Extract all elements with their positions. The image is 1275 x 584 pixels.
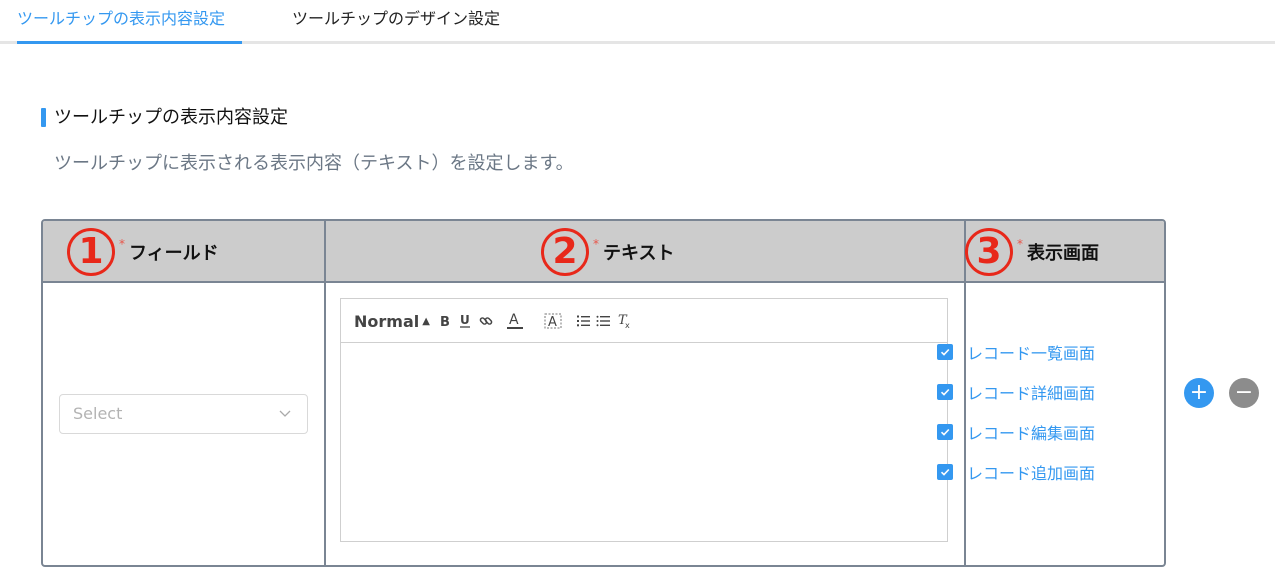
checkbox-record-edit[interactable]: レコード編集画面: [937, 420, 1095, 444]
bullet-list-icon[interactable]: [595, 311, 611, 331]
format-select-label: Normal: [354, 311, 420, 331]
checkbox-checked-icon[interactable]: [937, 464, 953, 480]
link-icon[interactable]: [478, 311, 494, 331]
header-field: 1 * フィールド: [67, 221, 219, 283]
column-divider: [324, 221, 326, 565]
header-text: 2 * テキスト: [541, 221, 674, 283]
checkbox-record-detail[interactable]: レコード詳細画面: [937, 380, 1095, 404]
annotation-number-1: 1: [67, 228, 115, 276]
field-select[interactable]: Select: [59, 394, 308, 434]
editor-toolbar: Normal ▲︎ B U A A T x: [341, 299, 947, 343]
active-tab-indicator: [17, 41, 242, 44]
checkbox-record-list[interactable]: レコード一覧画面: [937, 340, 1095, 364]
header-text-label: テキスト: [603, 243, 675, 264]
header-screens: 3 * 表示画面: [965, 221, 1099, 283]
checkbox-label[interactable]: レコード一覧画面: [967, 340, 1095, 364]
editor-text-area[interactable]: [341, 343, 947, 541]
field-select-placeholder: Select: [73, 404, 123, 423]
section-description: ツールチップに表示される表示内容（テキスト）を設定します。: [54, 153, 574, 174]
ordered-list-icon[interactable]: [575, 311, 591, 331]
checkbox-label[interactable]: レコード詳細画面: [967, 380, 1095, 404]
section-accent-bar: [41, 108, 46, 127]
plus-icon: +: [1189, 380, 1209, 405]
header-field-label: フィールド: [129, 243, 219, 264]
required-marker: *: [593, 237, 599, 251]
bold-icon[interactable]: B: [438, 311, 452, 331]
annotation-number-3: 3: [965, 228, 1013, 276]
checkbox-label[interactable]: レコード追加画面: [967, 460, 1095, 484]
minus-icon: −: [1234, 380, 1254, 405]
chevron-down-icon: [279, 410, 291, 417]
remove-row-button[interactable]: −: [1229, 378, 1259, 408]
checkbox-checked-icon[interactable]: [937, 344, 953, 360]
add-row-button[interactable]: +: [1184, 378, 1214, 408]
clear-format-icon[interactable]: Tx: [616, 311, 632, 331]
checkbox-checked-icon[interactable]: [937, 424, 953, 440]
required-marker: *: [119, 237, 125, 251]
background-color-icon[interactable]: A: [543, 311, 563, 331]
svg-text:A: A: [509, 312, 519, 328]
underline-icon[interactable]: U: [458, 311, 472, 331]
tab-tooltip-content[interactable]: ツールチップの表示内容設定: [17, 9, 225, 41]
tab-tooltip-design[interactable]: ツールチップのデザイン設定: [292, 9, 500, 41]
checkbox-checked-icon[interactable]: [937, 384, 953, 400]
required-marker: *: [1017, 237, 1023, 251]
svg-text:B: B: [440, 315, 450, 328]
rich-text-editor: Normal ▲︎ B U A A T x: [340, 298, 948, 542]
annotation-number-2: 2: [541, 228, 589, 276]
checkbox-label[interactable]: レコード編集画面: [967, 420, 1095, 444]
header-screens-label: 表示画面: [1027, 243, 1099, 264]
svg-text:x: x: [625, 321, 630, 329]
svg-text:U: U: [460, 313, 470, 327]
text-color-icon[interactable]: A: [505, 311, 525, 331]
checkbox-record-add[interactable]: レコード追加画面: [937, 460, 1095, 484]
svg-text:A: A: [548, 315, 557, 330]
format-select[interactable]: Normal ▲︎: [354, 311, 430, 331]
tab-bar: ツールチップの表示内容設定 ツールチップのデザイン設定: [0, 0, 1275, 44]
section-title: ツールチップの表示内容設定: [54, 107, 288, 128]
updown-icon: ▲︎: [422, 315, 430, 327]
